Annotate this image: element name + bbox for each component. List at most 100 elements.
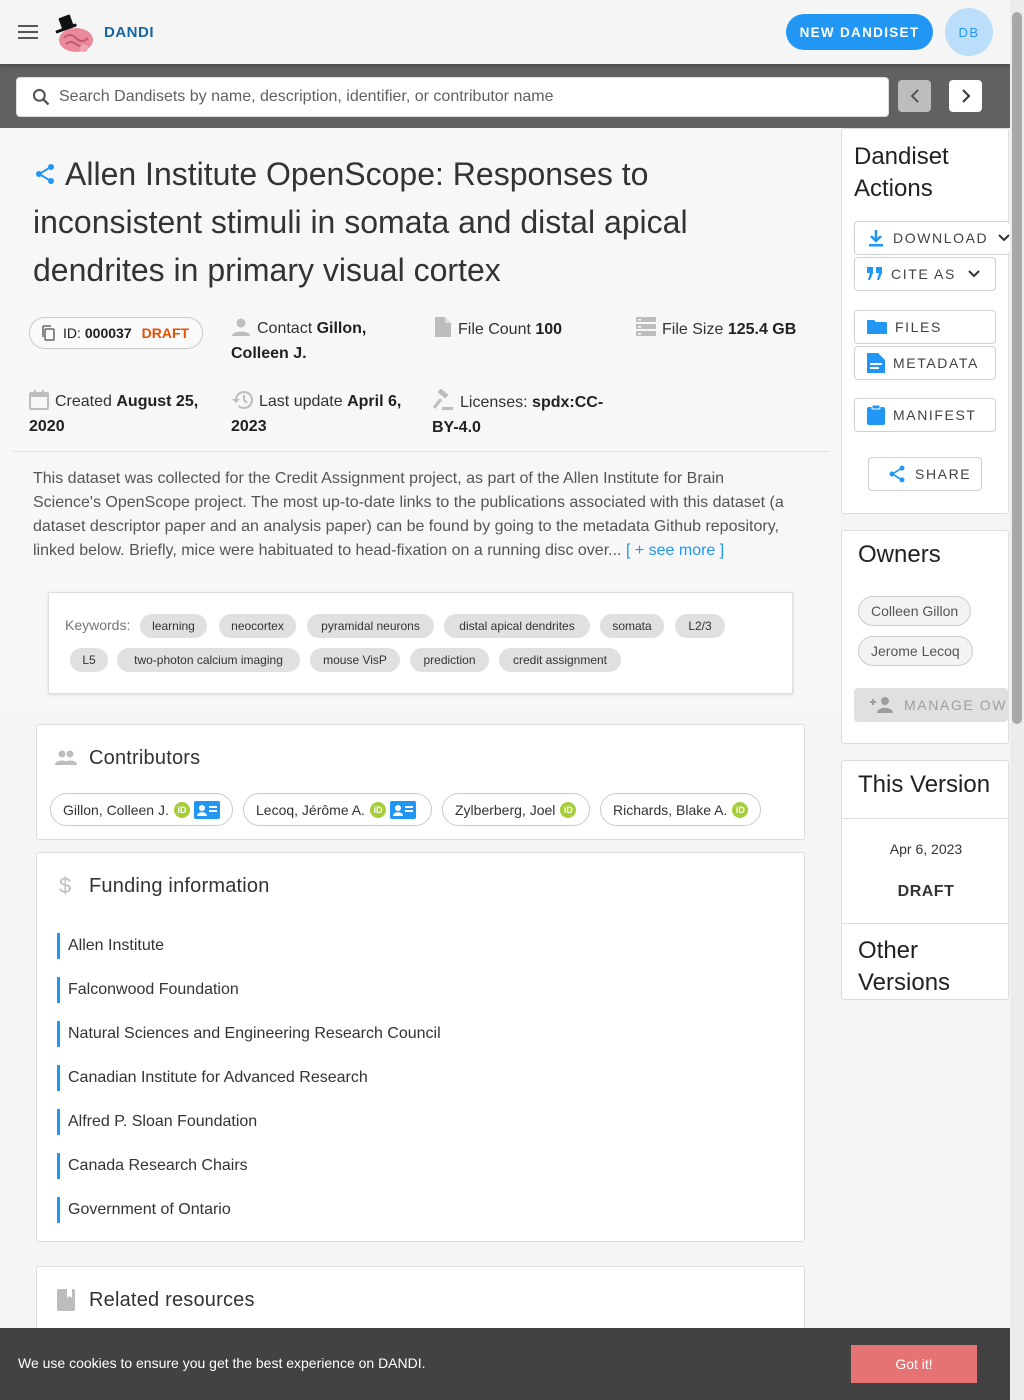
copy-icon[interactable]	[41, 325, 55, 341]
metadata-button[interactable]: METADATA	[854, 346, 996, 380]
contributors-title: Contributors	[89, 747, 201, 769]
see-more-link[interactable]: [ + see more ]	[626, 542, 724, 559]
folder-icon	[867, 319, 887, 335]
file-count-label: File Count	[458, 321, 531, 338]
dandi-logo[interactable]	[52, 10, 96, 54]
person-icon	[231, 317, 251, 337]
owner-chip[interactable]: Colleen Gillon	[858, 596, 972, 626]
files-label: FILES	[895, 319, 942, 335]
people-icon	[55, 749, 77, 767]
file-icon	[434, 316, 452, 338]
cite-as-button[interactable]: CITE AS	[854, 257, 996, 291]
chevron-left-icon	[910, 89, 919, 103]
contact-card-icon[interactable]	[389, 800, 416, 819]
last-update-info: Last update April 6, 2023	[231, 389, 421, 439]
funding-item: Canada Research Chairs	[57, 1153, 657, 1179]
version-status[interactable]: DRAFT	[842, 883, 1008, 901]
contributor-chip[interactable]: Lecoq, Jérôme A. iD	[243, 793, 432, 826]
share-icon[interactable]	[33, 162, 57, 186]
id-label: ID:	[63, 325, 81, 341]
contributor-chip[interactable]: Richards, Blake A. iD	[600, 793, 761, 826]
version-date[interactable]: Apr 6, 2023	[842, 841, 1008, 857]
contact-info: Contact Gillon, Colleen J.	[231, 316, 411, 366]
keyword-chip[interactable]: distal apical dendrites	[444, 614, 590, 638]
file-count-info: File Count 100	[434, 316, 624, 342]
previous-page-button[interactable]	[898, 80, 931, 112]
share-button[interactable]: SHARE	[868, 457, 982, 491]
search-icon	[31, 87, 51, 107]
download-icon	[867, 229, 885, 247]
header-divider	[13, 451, 828, 452]
file-count-value: 100	[535, 321, 563, 338]
next-page-button[interactable]	[949, 80, 982, 112]
orcid-icon[interactable]: iD	[560, 801, 577, 818]
keywords-label: Keywords:	[65, 617, 131, 633]
keyword-chip[interactable]: mouse VisP	[310, 648, 400, 672]
accept-cookies-button[interactable]: Got it!	[851, 1345, 977, 1383]
clipboard-icon	[867, 405, 885, 425]
cookie-banner: We use cookies to ensure you get the bes…	[0, 1328, 1010, 1400]
contact-card-icon[interactable]	[193, 800, 220, 819]
dandiset-title: Allen Institute OpenScope: Responses to …	[33, 156, 688, 288]
contributor-name: Richards, Blake A.	[613, 801, 728, 818]
funding-item: Canadian Institute for Advanced Research	[57, 1065, 657, 1091]
file-size-label: File Size	[662, 321, 724, 338]
contributor-chip[interactable]: Gillon, Colleen J. iD	[50, 793, 233, 826]
keyword-chip[interactable]: learning	[140, 614, 207, 638]
keyword-chip[interactable]: neocortex	[219, 614, 296, 638]
license-info: Licenses: spdx:CC-BY-4.0	[432, 389, 612, 440]
book-icon	[57, 1289, 75, 1311]
file-size-info: File Size 125.4 GB	[636, 316, 826, 342]
search-field[interactable]	[16, 77, 889, 117]
metadata-label: METADATA	[893, 355, 979, 371]
orcid-icon[interactable]: iD	[173, 801, 190, 818]
orcid-icon[interactable]: iD	[732, 801, 749, 818]
actions-title: Dandiset Actions	[854, 143, 949, 202]
menu-icon[interactable]	[14, 18, 42, 46]
keyword-chip[interactable]: pyramidal neurons	[307, 614, 434, 638]
files-button[interactable]: FILES	[854, 310, 996, 344]
owner-chip[interactable]: Jerome Lecoq	[858, 636, 973, 666]
download-button[interactable]: DOWNLOAD	[854, 221, 1010, 255]
manage-owners-button[interactable]: MANAGE OWNERS	[854, 688, 1008, 722]
keyword-chip[interactable]: somata	[600, 614, 664, 638]
keyword-chip[interactable]: L5	[70, 648, 108, 672]
other-versions-title: Other Versions	[858, 937, 951, 996]
keyword-chip[interactable]: two-photon calcium imaging	[117, 648, 300, 672]
document-icon	[867, 353, 885, 373]
keywords-card: Keywords: learning neocortex pyramidal n…	[48, 592, 793, 694]
cite-as-label: CITE AS	[891, 266, 956, 282]
this-version-title: This Version	[858, 771, 991, 798]
cookie-message: We use cookies to ensure you get the bes…	[18, 1355, 426, 1371]
created-label: Created	[55, 393, 112, 410]
file-size-value: 125.4 GB	[727, 321, 797, 338]
owners-title: Owners	[858, 541, 941, 568]
add-person-icon	[870, 696, 894, 714]
draft-status: DRAFT	[141, 325, 190, 341]
keyword-chip[interactable]: prediction	[410, 648, 489, 672]
keyword-chip[interactable]: credit assignment	[499, 648, 621, 672]
created-info: Created August 25, 2020	[29, 389, 219, 439]
storage-icon	[636, 316, 656, 338]
share-icon	[887, 464, 907, 484]
user-avatar[interactable]: DB	[945, 8, 993, 56]
related-resources-title: Related resources	[89, 1289, 255, 1311]
brand-name[interactable]: DANDI	[104, 24, 154, 41]
chevron-down-icon	[968, 270, 980, 278]
version-divider	[842, 818, 1008, 819]
funding-card: $ Funding information	[36, 852, 805, 1242]
contributor-name: Zylberberg, Joel	[455, 801, 556, 818]
keyword-chip[interactable]: L2/3	[675, 614, 725, 638]
dandiset-id-chip[interactable]: ID: 000037 DRAFT	[29, 317, 203, 349]
manifest-button[interactable]: MANIFEST	[854, 398, 996, 432]
new-dandiset-button[interactable]: NEW DANDISET	[786, 14, 933, 50]
search-input[interactable]	[59, 88, 859, 106]
orcid-icon[interactable]: iD	[369, 801, 386, 818]
last-update-label: Last update	[259, 393, 343, 410]
scrollbar-thumb[interactable]	[1012, 12, 1022, 724]
page-scrollbar[interactable]	[1010, 0, 1024, 1400]
contributor-chip[interactable]: Zylberberg, Joel iD	[442, 793, 590, 826]
funding-title: Funding information	[89, 875, 270, 897]
download-label: DOWNLOAD	[893, 230, 989, 246]
calendar-icon	[29, 390, 49, 410]
